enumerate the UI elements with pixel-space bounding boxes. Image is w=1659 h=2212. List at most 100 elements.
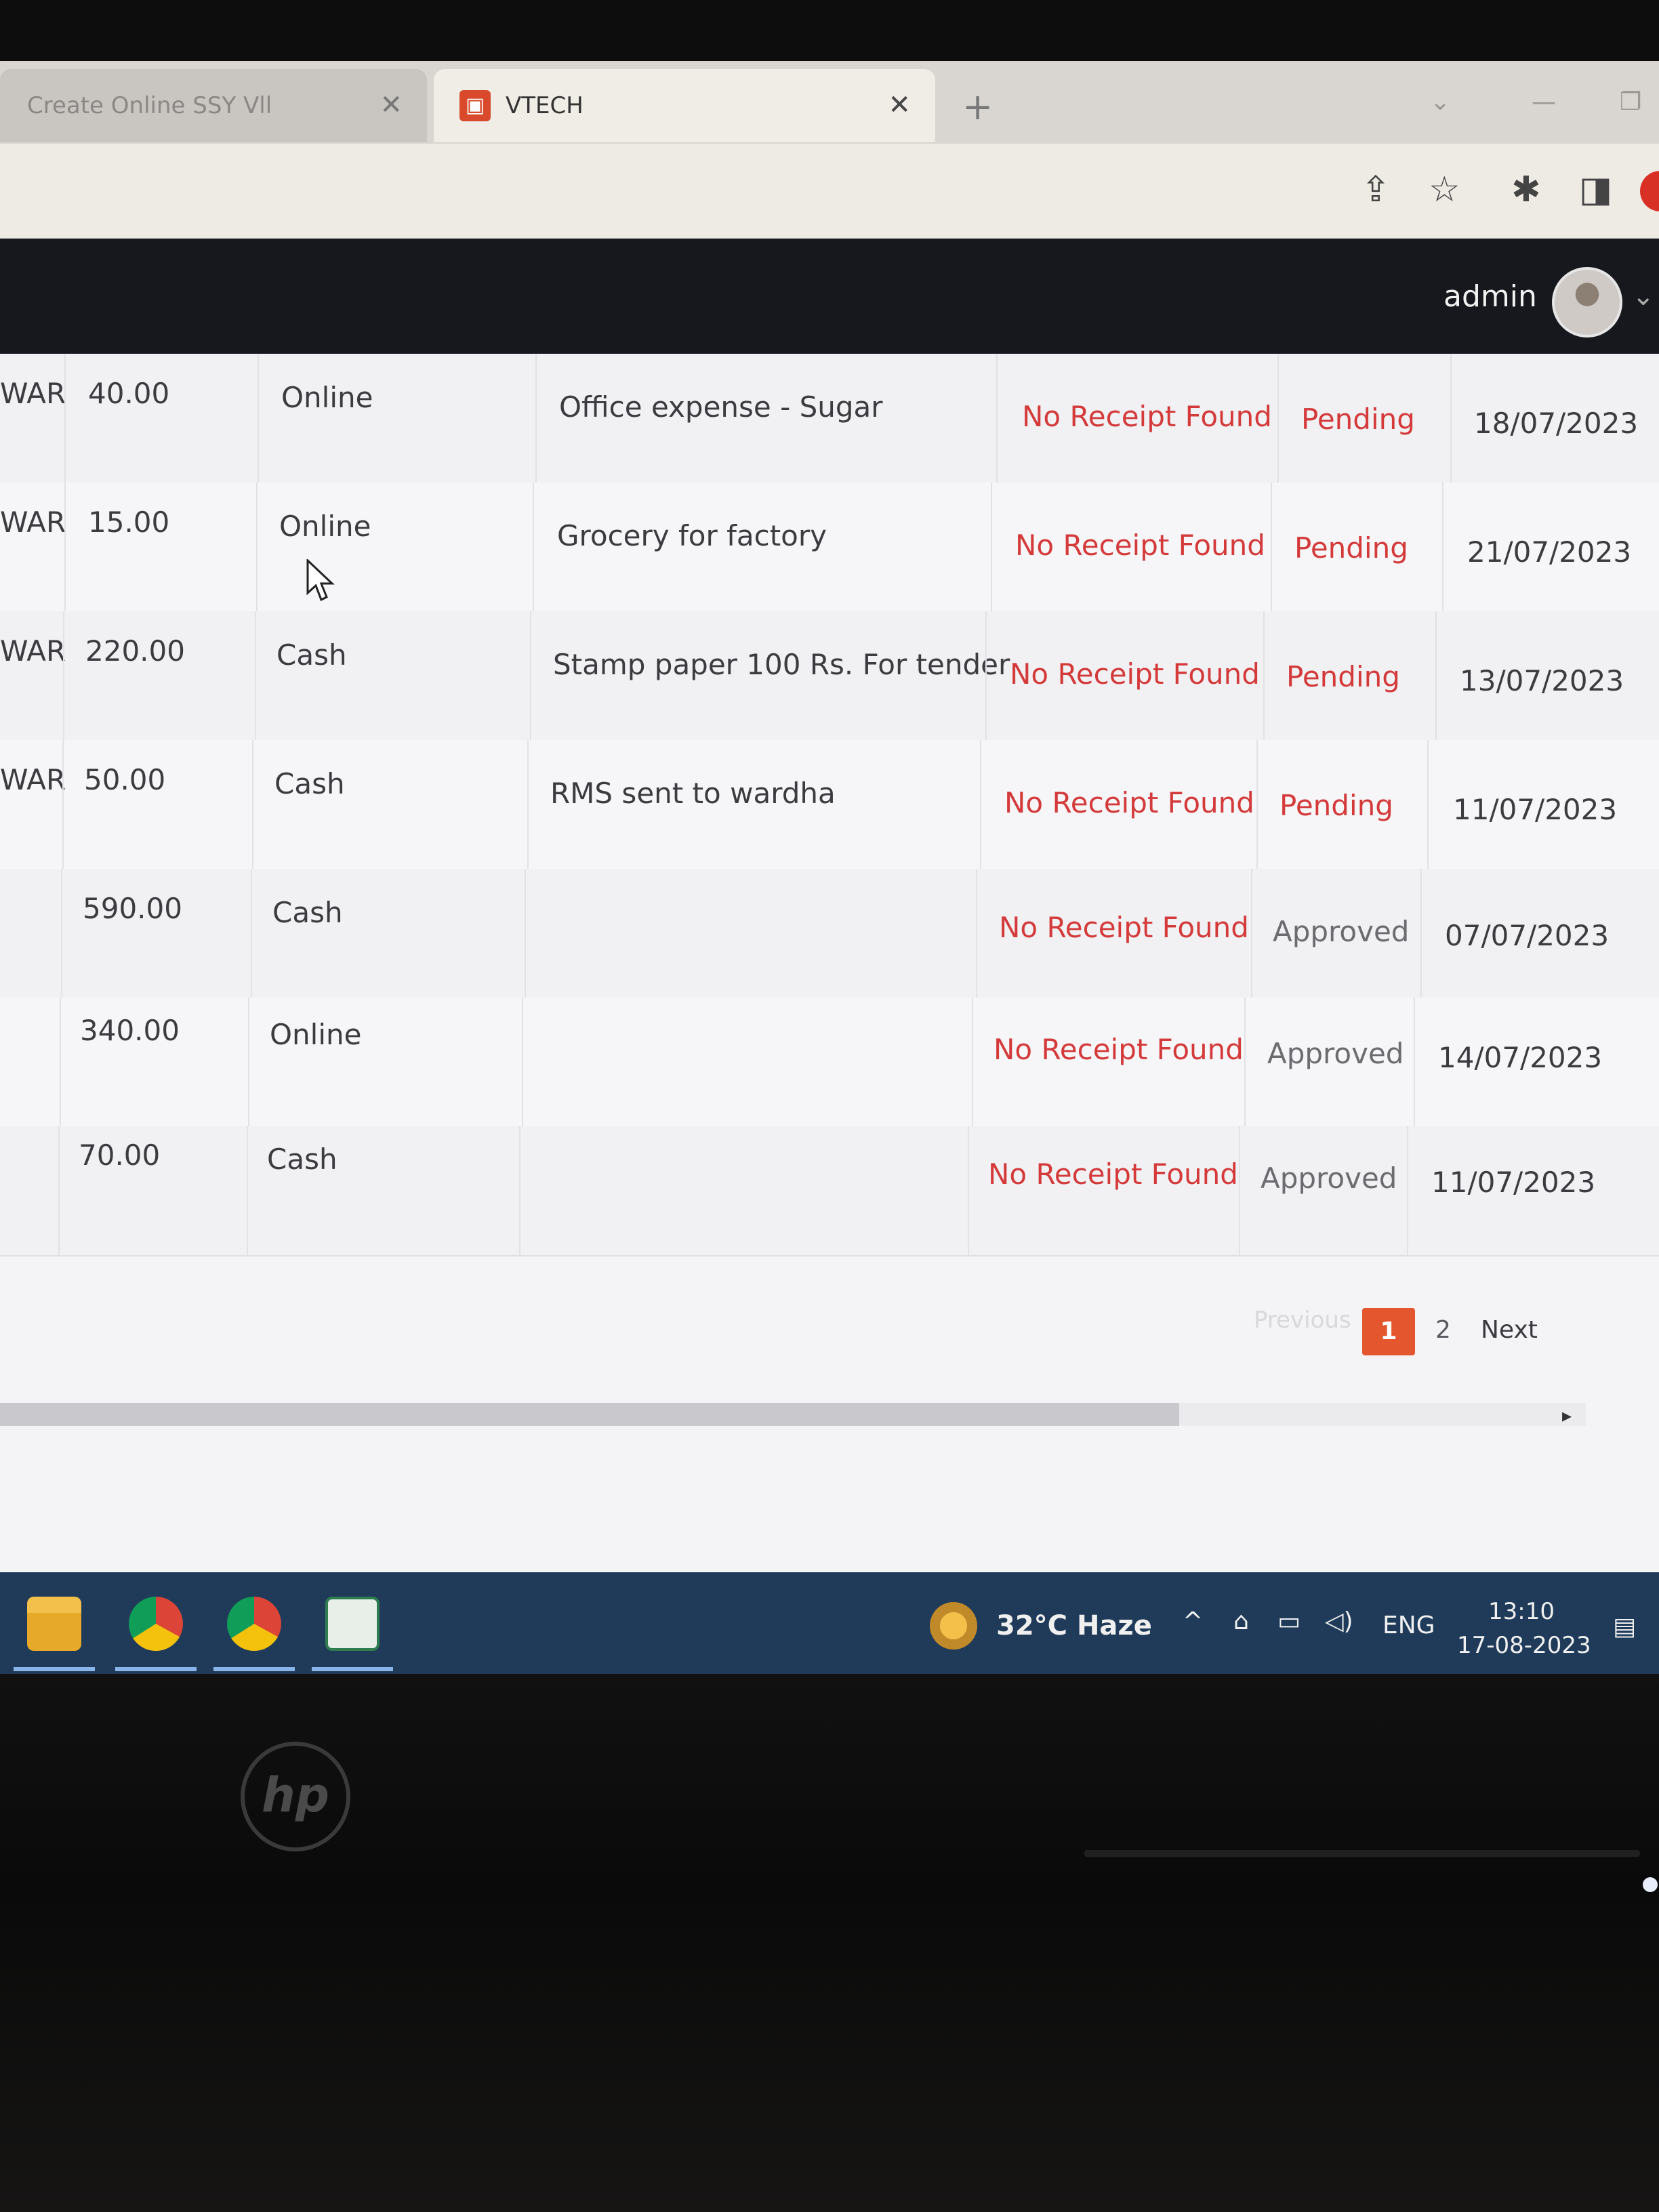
- hp-logo: hp: [241, 1742, 350, 1851]
- cell-status: Pending: [1279, 789, 1393, 822]
- bookmark-star-icon[interactable]: ☆: [1429, 169, 1460, 210]
- notification-icon[interactable]: ▤: [1613, 1613, 1636, 1641]
- cell-name: WAR: [0, 506, 66, 539]
- scroll-right-arrow-icon[interactable]: ▸: [1562, 1404, 1572, 1427]
- chevron-down-icon[interactable]: ⌄: [1632, 281, 1655, 312]
- column-divider: [1450, 354, 1452, 483]
- cell-mode: Online: [279, 510, 371, 543]
- column-divider: [258, 354, 259, 483]
- cell-name: WAR: [0, 377, 66, 410]
- cell-name: WAR: [0, 763, 66, 796]
- active-app-indicator: [213, 1667, 295, 1671]
- cell-receipt[interactable]: No Receipt Found: [1010, 657, 1260, 691]
- cell-receipt[interactable]: No Receipt Found: [999, 911, 1249, 944]
- monitor-bezel-top: [0, 0, 1659, 61]
- column-divider: [64, 483, 66, 611]
- pagination-previous[interactable]: Previous: [1254, 1307, 1351, 1334]
- column-divider: [976, 869, 977, 998]
- cell-amount: 590.00: [83, 892, 182, 925]
- column-divider: [1277, 354, 1279, 483]
- cell-amount: 40.00: [88, 377, 170, 410]
- cell-date: 11/07/2023: [1453, 793, 1618, 826]
- column-divider: [64, 354, 66, 483]
- cell-amount: 15.00: [88, 506, 170, 539]
- chrome-icon[interactable]: [129, 1597, 183, 1651]
- column-divider: [61, 869, 62, 998]
- cell-description: Grocery for factory: [557, 519, 827, 552]
- monitor-bezel-bottom: hp: [0, 1674, 1659, 2212]
- side-panel-icon[interactable]: ◨: [1579, 169, 1612, 210]
- cell-amount: 70.00: [79, 1139, 161, 1172]
- table-row: WAR 220.00 Cash Stamp paper 100 Rs. For …: [0, 611, 1659, 741]
- column-divider: [519, 1126, 520, 1255]
- column-divider: [985, 611, 987, 740]
- new-tab-icon[interactable]: +: [962, 85, 993, 128]
- file-explorer-icon[interactable]: [27, 1597, 81, 1651]
- cell-status: Pending: [1286, 660, 1400, 693]
- cell-mode: Cash: [267, 1143, 337, 1176]
- column-divider: [1414, 998, 1415, 1126]
- weather-text[interactable]: 32°C Haze: [996, 1610, 1152, 1641]
- close-icon[interactable]: ✕: [888, 89, 911, 121]
- column-divider: [980, 740, 981, 869]
- column-divider: [1420, 869, 1422, 998]
- meet-now-icon[interactable]: ⌂: [1233, 1607, 1249, 1635]
- cell-receipt[interactable]: No Receipt Found: [1015, 529, 1265, 562]
- weather-icon[interactable]: [930, 1602, 977, 1650]
- tab-title: VTECH: [506, 92, 583, 119]
- power-led: [1643, 1877, 1658, 1892]
- cell-date: 21/07/2023: [1467, 535, 1632, 569]
- close-icon[interactable]: ✕: [380, 89, 403, 121]
- avatar[interactable]: [1552, 267, 1622, 337]
- cell-mode: Cash: [276, 638, 347, 672]
- column-divider: [62, 740, 64, 869]
- clock-time[interactable]: 13:10: [1488, 1598, 1555, 1625]
- table-row: WAR 50.00 Cash RMS sent to wardha No Rec…: [0, 740, 1659, 870]
- column-divider: [60, 998, 61, 1126]
- excel-icon[interactable]: [325, 1597, 380, 1651]
- column-divider: [996, 354, 998, 483]
- cell-receipt[interactable]: No Receipt Found: [1004, 786, 1254, 819]
- column-divider: [533, 483, 534, 611]
- column-divider: [1251, 869, 1252, 998]
- pagination-page-2[interactable]: 2: [1435, 1316, 1451, 1344]
- restore-icon[interactable]: ❐: [1620, 88, 1641, 116]
- tab-inactive[interactable]: Create Online SSY Vll ✕: [0, 69, 427, 142]
- active-app-indicator: [312, 1667, 393, 1671]
- column-divider: [1244, 998, 1246, 1126]
- minimize-icon[interactable]: —: [1532, 88, 1556, 116]
- cell-amount: 220.00: [85, 634, 185, 668]
- tab-title: Create Online SSY Vll: [27, 92, 272, 119]
- active-app-indicator: [14, 1667, 95, 1671]
- browser-tab-strip: Create Online SSY Vll ✕ ▣ VTECH ✕ + ⌄ — …: [0, 61, 1659, 144]
- cell-receipt[interactable]: No Receipt Found: [994, 1033, 1244, 1066]
- tab-vtech[interactable]: ▣ VTECH ✕: [434, 69, 935, 142]
- user-name[interactable]: admin: [1443, 279, 1537, 314]
- chevron-down-icon[interactable]: ⌄: [1430, 88, 1450, 116]
- cell-receipt[interactable]: No Receipt Found: [1022, 400, 1272, 433]
- language-indicator[interactable]: ENG: [1382, 1612, 1435, 1639]
- cell-description: Office expense - Sugar: [559, 390, 883, 424]
- network-icon[interactable]: ▭: [1277, 1607, 1300, 1635]
- profile-icon[interactable]: [1640, 171, 1659, 211]
- cell-status: Approved: [1273, 915, 1410, 948]
- volume-icon[interactable]: ◁): [1325, 1607, 1353, 1635]
- pagination-page-current[interactable]: 1: [1362, 1308, 1415, 1355]
- chrome-profile-icon[interactable]: [227, 1597, 281, 1651]
- column-divider: [256, 483, 258, 611]
- table-row: 340.00 Online No Receipt Found Approved …: [0, 998, 1659, 1128]
- cell-date: 11/07/2023: [1431, 1166, 1596, 1199]
- table-row: 70.00 Cash No Receipt Found Approved 11/…: [0, 1126, 1659, 1256]
- clock-date[interactable]: 17-08-2023: [1457, 1632, 1591, 1659]
- column-divider: [1271, 483, 1272, 611]
- pagination-next[interactable]: Next: [1481, 1316, 1538, 1344]
- share-icon[interactable]: ⇪: [1361, 169, 1391, 210]
- windows-taskbar: 32°C Haze ^ ⌂ ▭ ◁) ENG 13:10 17-08-2023 …: [0, 1572, 1659, 1681]
- cell-description: Stamp paper 100 Rs. For tender: [553, 648, 1010, 681]
- active-app-indicator: [115, 1667, 197, 1671]
- cell-status: Pending: [1294, 531, 1408, 565]
- cell-receipt[interactable]: No Receipt Found: [988, 1158, 1238, 1191]
- chevron-up-icon[interactable]: ^: [1183, 1607, 1203, 1635]
- extensions-puzzle-icon[interactable]: ✱: [1511, 169, 1541, 210]
- scrollbar-thumb[interactable]: [0, 1403, 1179, 1426]
